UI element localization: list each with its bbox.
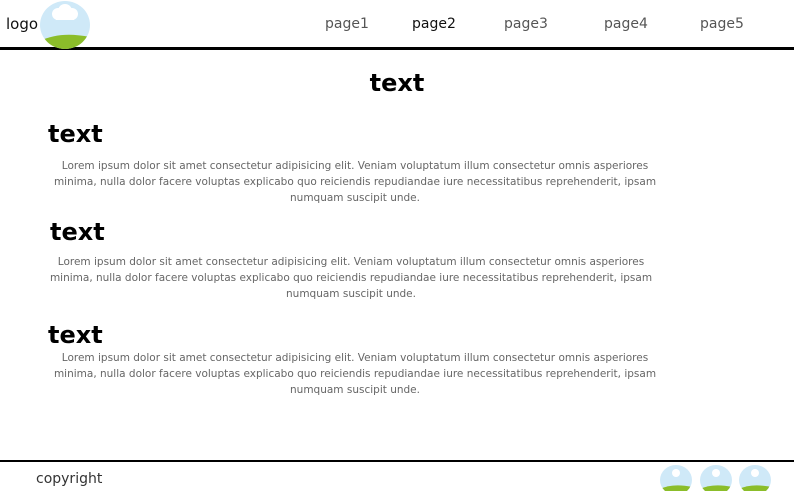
nav-link-page5[interactable]: page5 (700, 16, 744, 32)
page-title: text (369, 69, 425, 97)
section-heading: text (48, 321, 103, 349)
nav-link-page4[interactable]: page4 (604, 16, 648, 32)
header: logo page1 page2 page3 page4 page5 (0, 0, 794, 50)
section-heading: text (50, 218, 105, 246)
nav-link-page2[interactable]: page2 (412, 16, 456, 32)
footer: copyright (0, 460, 794, 491)
logo-label[interactable]: logo (6, 15, 38, 33)
section-heading: text (48, 120, 103, 148)
copyright-text: copyright (36, 471, 103, 487)
landscape-image-icon (40, 1, 90, 49)
section-body: Lorem ipsum dolor sit amet consectetur a… (49, 256, 653, 300)
nav-link-page3[interactable]: page3 (504, 16, 548, 32)
section-body: Lorem ipsum dolor sit amet consectetur a… (53, 352, 657, 396)
landscape-image-icon (739, 465, 771, 491)
footer-icon-1[interactable] (660, 465, 692, 491)
landscape-image-icon (660, 465, 692, 491)
nav-link-page1[interactable]: page1 (325, 16, 369, 32)
footer-icon-3[interactable] (739, 465, 771, 491)
landscape-image-icon (700, 465, 732, 491)
logo-image[interactable] (40, 1, 90, 49)
section-body: Lorem ipsum dolor sit amet consectetur a… (53, 160, 657, 204)
footer-icon-2[interactable] (700, 465, 732, 491)
